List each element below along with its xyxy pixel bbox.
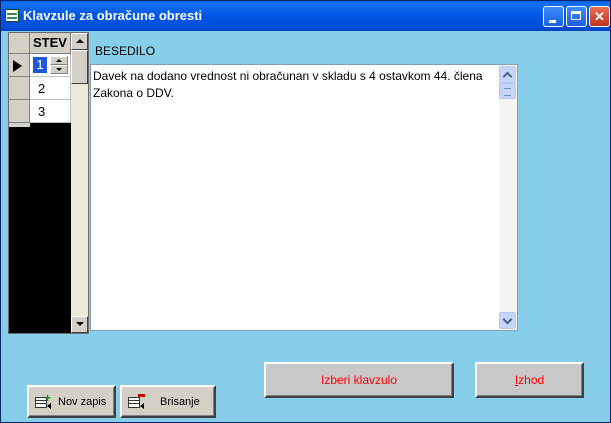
besedilo-text: Davek na dodano vrednost ni obračunan v … xyxy=(93,69,486,100)
brisanje-label: Brisanje xyxy=(160,396,200,408)
brisanje-button[interactable]: Brisanje xyxy=(120,385,216,418)
grid-cell-stev[interactable]: 3 xyxy=(30,100,71,123)
memo-scrollbar[interactable] xyxy=(499,66,516,329)
delete-record-icon xyxy=(128,393,145,409)
record-selector-column xyxy=(9,33,30,127)
records-grid[interactable]: STEV 1 2 3 xyxy=(8,32,89,334)
besedilo-textarea[interactable]: Davek na dodano vrednost ni obračunan v … xyxy=(90,64,518,331)
close-button[interactable]: ✕ xyxy=(589,6,610,27)
scroll-down-button[interactable] xyxy=(499,312,516,329)
spin-down-button[interactable] xyxy=(50,65,68,74)
scroll-thumb[interactable] xyxy=(499,83,516,99)
scroll-thumb[interactable] xyxy=(71,50,88,84)
app-icon xyxy=(5,9,19,22)
record-selector[interactable] xyxy=(9,100,30,123)
izhod-label: zhod xyxy=(518,373,545,387)
spin-up-button[interactable] xyxy=(50,56,68,65)
izberi-klavzulo-button[interactable]: Izberi klavzulo xyxy=(264,362,454,398)
grid-cell-stev[interactable]: 2 xyxy=(30,77,71,100)
grid-corner xyxy=(9,33,30,54)
scroll-down-button[interactable] xyxy=(71,316,88,333)
besedilo-label: BESEDILO xyxy=(95,44,156,58)
izhod-button[interactable]: Izhod xyxy=(475,362,584,398)
cell-value: 2 xyxy=(38,81,46,96)
record-selector[interactable] xyxy=(9,77,30,100)
title-bar[interactable]: Klavzule za obračune obresti ✕ xyxy=(1,1,610,31)
minimize-button[interactable] xyxy=(543,6,564,27)
grid-scrollbar[interactable] xyxy=(71,33,88,333)
column-header-stev[interactable]: STEV xyxy=(30,33,71,54)
cell-value: 1 xyxy=(33,57,47,73)
cell-value: 3 xyxy=(38,104,46,119)
current-row-pointer-icon xyxy=(13,60,22,72)
add-record-icon: + xyxy=(35,391,51,409)
window-title: Klavzule za obračune obresti xyxy=(23,8,203,23)
scroll-up-button[interactable] xyxy=(499,66,516,83)
maximize-button[interactable] xyxy=(566,6,587,27)
grid-cell-stev[interactable]: 1 xyxy=(30,54,71,77)
scroll-up-button[interactable] xyxy=(71,33,88,50)
record-selector[interactable] xyxy=(9,54,30,77)
nov-zapis-button[interactable]: + Nov zapis xyxy=(27,385,116,418)
nov-zapis-label: Nov zapis xyxy=(58,396,107,408)
app-window: Klavzule za obračune obresti ✕ STEV 1 2 … xyxy=(0,0,611,423)
